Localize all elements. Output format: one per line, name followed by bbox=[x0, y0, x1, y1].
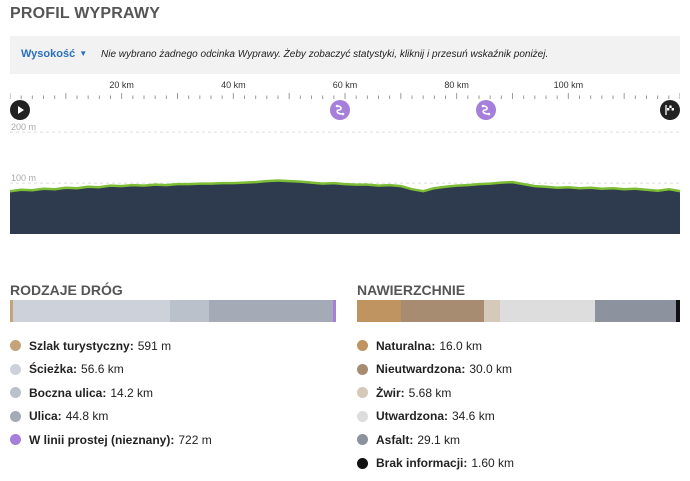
road-types-legend: Szlak turystyczny: 591 m Ścieżka: 56.6 km Bo… bbox=[10, 334, 212, 452]
route-icon bbox=[481, 104, 491, 116]
legend-item[interactable]: Ścieżka: 56.6 km bbox=[10, 358, 212, 382]
bar-segment[interactable] bbox=[12, 300, 170, 322]
bar-segment[interactable] bbox=[401, 300, 484, 322]
legend-label: Ścieżka: bbox=[29, 362, 78, 377]
axis-tick-label: 40 km bbox=[221, 80, 246, 90]
metric-dropdown[interactable]: Wysokość ▼ bbox=[21, 48, 87, 60]
legend-value: 29.1 km bbox=[417, 432, 461, 447]
legend-label: Brak informacji: bbox=[376, 456, 468, 471]
road-types-bar[interactable] bbox=[10, 300, 337, 322]
legend-dot-icon bbox=[357, 457, 368, 469]
legend-value: 30.0 km bbox=[469, 362, 513, 377]
metric-dropdown-label: Wysokość bbox=[21, 48, 76, 60]
chevron-down-icon: ▼ bbox=[79, 49, 88, 58]
legend-dot-icon bbox=[10, 340, 21, 352]
legend-dot-icon bbox=[357, 363, 368, 375]
legend-label: Ulica: bbox=[29, 409, 62, 424]
page-title: PROFIL WYPRAWY bbox=[10, 5, 161, 22]
axis-tick-label: 80 km bbox=[444, 80, 469, 90]
legend-value: 5.68 km bbox=[408, 385, 452, 400]
legend-item[interactable]: W linii prostej (nieznany): 722 m bbox=[10, 428, 212, 452]
legend-item[interactable]: Żwir: 5.68 km bbox=[357, 381, 514, 405]
bar-segment[interactable] bbox=[169, 300, 210, 322]
legend-item[interactable]: Nieutwardzona: 30.0 km bbox=[357, 358, 514, 382]
legend-dot-icon bbox=[10, 363, 21, 375]
legend-item[interactable]: Ulica: 44.8 km bbox=[10, 405, 212, 429]
bar-segment[interactable] bbox=[675, 300, 680, 322]
legend-value: 591 m bbox=[137, 338, 172, 353]
legend-value: 34.6 km bbox=[452, 409, 495, 424]
surfaces-title: NAWIERZCHNIE bbox=[357, 282, 466, 298]
legend-item[interactable]: Boczna ulica: 14.2 km bbox=[10, 381, 212, 405]
surfaces-bar[interactable] bbox=[357, 300, 680, 322]
legend-label: Asfalt: bbox=[376, 432, 414, 447]
distance-axis: 20 km 40 km 60 km 80 km 100 km bbox=[10, 78, 680, 100]
finish-flag-icon bbox=[665, 105, 674, 115]
legend-item[interactable]: Utwardzona: 34.6 km bbox=[357, 405, 514, 429]
legend-label: Boczna ulica: bbox=[29, 385, 107, 400]
axis-tick-label: 60 km bbox=[332, 80, 358, 90]
axis-tick-label: 100 km bbox=[553, 80, 584, 90]
play-icon bbox=[18, 106, 24, 114]
legend-value: 16.0 km bbox=[439, 338, 483, 353]
elevation-chart[interactable]: 200 m 100 m bbox=[10, 122, 680, 234]
route-icon bbox=[335, 104, 345, 116]
selection-hint: Nie wybrano żadnego odcinka Wyprawy. Żeb… bbox=[101, 49, 549, 60]
legend-value: 722 m bbox=[178, 432, 212, 447]
legend-value: 14.2 km bbox=[110, 385, 154, 400]
road-types-title: RODZAJE DRÓG bbox=[10, 282, 123, 298]
bar-segment[interactable] bbox=[333, 300, 337, 322]
legend-value: 56.6 km bbox=[81, 362, 124, 377]
legend-dot-icon bbox=[10, 410, 21, 422]
bar-segment[interactable] bbox=[484, 300, 500, 322]
bar-segment[interactable] bbox=[499, 300, 596, 322]
legend-label: Nieutwardzona: bbox=[376, 362, 466, 377]
legend-dot-icon bbox=[357, 387, 368, 399]
legend-label: W linii prostej (nieznany): bbox=[29, 432, 175, 447]
finish-marker[interactable] bbox=[660, 100, 680, 120]
waypoint-marker-2[interactable] bbox=[476, 100, 496, 120]
legend-label: Szlak turystyczny: bbox=[29, 338, 134, 353]
bar-segment[interactable] bbox=[209, 300, 334, 322]
waypoint-marker-1[interactable] bbox=[330, 100, 350, 120]
legend-dot-icon bbox=[10, 434, 21, 446]
legend-item[interactable]: Naturalna: 16.0 km bbox=[357, 334, 514, 358]
legend-label: Naturalna: bbox=[376, 338, 436, 353]
axis-tick-label: 20 km bbox=[109, 80, 134, 90]
start-marker[interactable] bbox=[10, 100, 30, 120]
legend-label: Żwir: bbox=[376, 385, 405, 400]
legend-item[interactable]: Brak informacji: 1.60 km bbox=[357, 452, 514, 476]
y-tick-label: 200 m bbox=[11, 122, 36, 132]
bar-segment[interactable] bbox=[357, 300, 402, 322]
axis-ruler bbox=[10, 93, 680, 99]
legend-label: Utwardzona: bbox=[376, 409, 448, 424]
legend-dot-icon bbox=[357, 434, 368, 446]
bar-segment[interactable] bbox=[595, 300, 676, 322]
legend-value: 1.60 km bbox=[471, 456, 515, 471]
legend-item[interactable]: Szlak turystyczny: 591 m bbox=[10, 334, 212, 358]
legend-dot-icon bbox=[357, 410, 368, 422]
legend-dot-icon bbox=[357, 340, 368, 352]
info-bar: Wysokość ▼ Nie wybrano żadnego odcinka Wy… bbox=[10, 36, 680, 74]
legend-item[interactable]: Asfalt: 29.1 km bbox=[357, 428, 514, 452]
surfaces-legend: Naturalna: 16.0 km Nieutwardzona: 30.0 km Żw… bbox=[357, 334, 514, 475]
legend-value: 44.8 km bbox=[65, 409, 109, 424]
legend-dot-icon bbox=[10, 387, 21, 399]
y-tick-label: 100 m bbox=[11, 173, 36, 183]
